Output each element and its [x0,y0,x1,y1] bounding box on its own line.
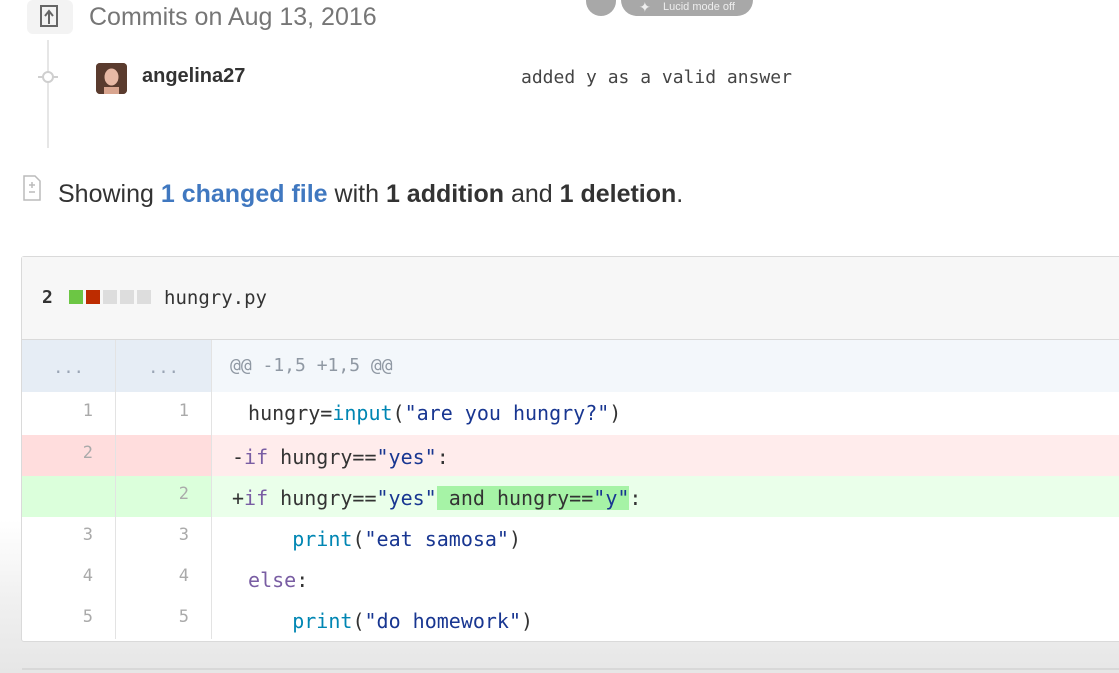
word-diff-highlight: and hungry=="y" [436,486,630,510]
file-name-link[interactable]: hungry.py [164,287,267,309]
diff-line: 4 4 else: [22,558,1119,599]
commit-dot-icon [38,71,58,83]
lucid-mode-toggle[interactable]: ✦ Lucid mode off [621,0,753,16]
new-line-number[interactable]: 3 [116,517,212,558]
expand-down-button[interactable]: ... [116,340,212,392]
new-line-number[interactable]: 4 [116,558,212,599]
changed-files-link[interactable]: 1 changed file [161,180,328,208]
repo-push-icon [40,5,58,27]
commits-date-heading: Commits on Aug 13, 2016 [89,3,377,31]
hunk-header-text: @@ -1,5 +1,5 @@ [230,355,393,376]
code-line: -if hungry=="yes": [232,445,449,469]
old-line-number[interactable]: 1 [22,392,116,435]
code-line: print("eat samosa") [292,527,522,551]
diff-summary: Showing 1 changed file with 1 addition a… [58,180,683,209]
lucid-mode-label: Lucid mode off [663,1,735,13]
code-line: else: [248,568,309,592]
diffstat-deletion-block [86,290,100,304]
summary-and: and [504,180,560,208]
summary-prefix: Showing [58,180,161,208]
diff-line-deletion: 2 -if hungry=="yes": [22,435,1119,476]
old-line-number[interactable]: 4 [22,558,116,599]
diffstat-neutral-block [137,290,151,304]
timeline-line [47,40,49,148]
additions-count: 1 addition [385,180,504,208]
file-diff-icon [23,175,41,201]
commit-icon-box [27,0,73,34]
sparkle-icon: ✦ [639,0,651,15]
old-line-number[interactable]: 5 [22,599,116,639]
old-line-number[interactable]: 2 [22,435,116,476]
summary-end: . [676,180,684,208]
summary-with: with [327,180,386,208]
diff-line: 1 1 hungry=input("are you hungry?") [22,392,1119,435]
deletions-count: 1 deletion [559,180,677,208]
new-line-number[interactable]: 2 [116,476,212,517]
old-line-number[interactable] [22,476,116,517]
old-line-number[interactable]: 3 [22,517,116,558]
diffstat-count: 2 [42,287,53,308]
new-line-number[interactable] [116,435,212,476]
diffstat-neutral-block [103,290,117,304]
code-line: print("do homework") [292,609,534,633]
code-line: hungry=input("are you hungry?") [236,401,622,425]
diff-line-addition: 2 +if hungry=="yes" and hungry=="y": [22,476,1119,517]
code-line: +if hungry=="yes" and hungry=="y": [232,486,642,510]
diffstat-addition-block [69,290,83,304]
new-line-number[interactable]: 1 [116,392,212,435]
diff-line: 5 5 print("do homework") [22,599,1119,639]
avatar-icon [96,63,127,94]
copy-button[interactable] [586,0,616,16]
diff-line: 3 3 print("eat samosa") [22,517,1119,558]
commit-author-link[interactable]: angelina27 [142,65,245,88]
commit-message-link[interactable]: added y as a valid answer [521,67,792,88]
avatar[interactable] [96,63,127,94]
hunk-header-row: ... ... @@ -1,5 +1,5 @@ [22,340,1119,392]
diffstat-neutral-block [120,290,134,304]
expand-up-button[interactable]: ... [22,340,116,392]
next-file-border [22,668,1119,670]
new-line-number[interactable]: 5 [116,599,212,639]
